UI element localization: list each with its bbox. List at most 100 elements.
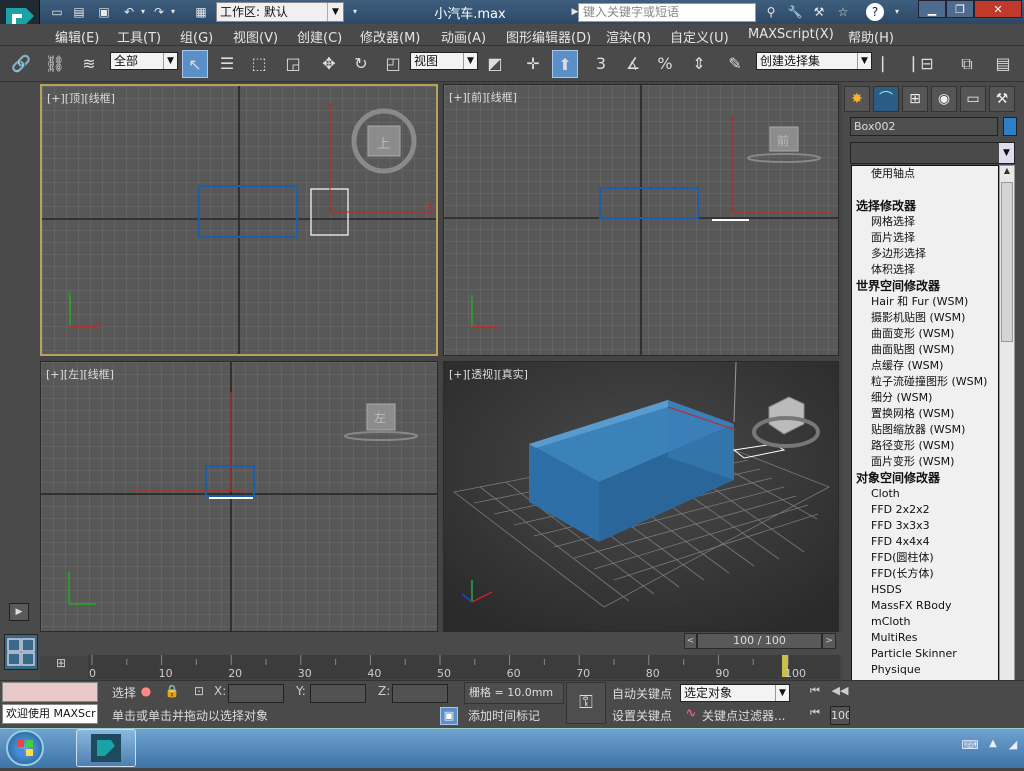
menu-views[interactable]: 视图(V) (233, 27, 278, 46)
modifier-list-item[interactable]: 摄影机贴图 (WSM) (852, 310, 998, 326)
modifier-list-item[interactable]: 曲面贴图 (WSM) (852, 342, 998, 358)
key-mode-dropdown[interactable]: 选定对象 ▼ (680, 684, 790, 702)
new-file-icon[interactable]: ▭ (48, 3, 66, 21)
object-color-swatch[interactable] (1003, 117, 1017, 136)
modifier-list-item[interactable]: mCloth (852, 614, 998, 630)
scroll-thumb[interactable] (1001, 182, 1013, 342)
pivot-center-icon[interactable]: ◩ (482, 50, 508, 78)
align-icon[interactable]: ⊟ (914, 50, 940, 78)
time-slider[interactable]: 100 / 100 (697, 633, 822, 649)
reference-coord-dropdown[interactable]: 视图 ▼ (410, 52, 478, 70)
menu-customize[interactable]: 自定义(U) (670, 27, 729, 46)
redo-dropdown-icon[interactable]: ▾ (164, 3, 182, 21)
menu-maxscript[interactable]: MAXScript(X) (748, 27, 834, 42)
keyboard-shortcut-override-icon[interactable]: ⬆ (552, 50, 578, 78)
named-selection-dropdown[interactable]: 创建选择集 ▼ (756, 52, 872, 70)
bind-space-warp-icon[interactable]: ≋ (76, 50, 102, 78)
menu-create[interactable]: 创建(C) (297, 27, 342, 46)
help-icon[interactable]: ? (866, 3, 884, 21)
menu-graph-editors[interactable]: 图形编辑器(D) (506, 27, 591, 46)
modify-tab-icon[interactable]: ⌒ (873, 86, 899, 112)
maxscript-mini-listener[interactable]: 欢迎使用 MAXScr (2, 704, 98, 724)
menu-help[interactable]: 帮助(H) (848, 27, 894, 46)
viewcube-front-label[interactable]: 前 (777, 133, 789, 148)
create-tab-icon[interactable]: ✸ (844, 86, 870, 112)
window-crossing-icon[interactable]: ◲ (280, 50, 306, 78)
modifier-list-item[interactable]: FFD 2x2x2 (852, 502, 998, 518)
favorites-star-icon[interactable]: ☆ (834, 3, 852, 21)
maxscript-listener-field[interactable] (2, 682, 98, 702)
help-dropdown-icon[interactable]: ▾ (888, 3, 906, 21)
modifier-list-item[interactable]: 多边形选择 (852, 246, 998, 262)
render-setup-icon[interactable]: ▤ (990, 50, 1016, 78)
link-icon[interactable]: 🔗 (8, 50, 34, 78)
modifier-list-item[interactable]: 置换网格 (WSM) (852, 406, 998, 422)
menu-animation[interactable]: 动画(A) (441, 27, 486, 46)
isolate-selection-icon[interactable]: ● (138, 684, 154, 702)
mini-curve-editor-icon[interactable]: ⊞ (50, 656, 72, 676)
viewport-top-label[interactable]: [+][顶][线框] (47, 90, 115, 106)
viewport-perspective-label[interactable]: [+][透视][真实] (449, 366, 528, 382)
select-object-icon[interactable]: ↖ (182, 50, 208, 78)
modifier-list-item[interactable]: 点缓存 (WSM) (852, 358, 998, 374)
object-name-field[interactable]: Box002 (850, 117, 998, 136)
move-icon[interactable]: ✥ (316, 50, 342, 78)
auto-key-button[interactable]: 自动关键点 (610, 684, 676, 704)
modifier-list-item[interactable]: 细分 (WSM) (852, 390, 998, 406)
key-search-icon[interactable]: 🔧 (786, 3, 804, 21)
percent-snap-icon[interactable]: % (652, 50, 678, 78)
y-coord-field[interactable] (310, 684, 366, 703)
viewport-layout-icon[interactable] (4, 634, 38, 670)
next-frame-icon[interactable]: > (822, 633, 836, 649)
viewcube-left-label[interactable]: 左 (374, 410, 386, 425)
modifier-list[interactable]: 使用轴点 选择修改器 网格选择 面片选择 多边形选择 体积选择 世界空间修改器 Hair 和 … (851, 165, 999, 710)
modifier-list-item[interactable]: 面片选择 (852, 230, 998, 246)
track-bar[interactable]: 0 10 20 30 40 50 60 70 80 90 100 (88, 655, 840, 680)
set-key-icon[interactable]: ⚿ (566, 682, 606, 724)
viewcube-top-label[interactable]: 上 (377, 137, 390, 152)
modifier-list-item[interactable]: FFD 4x4x4 (852, 534, 998, 550)
modifier-list-item[interactable]: MassFX RBody (852, 598, 998, 614)
modifier-list-item[interactable]: 贴图缩放器 (WSM) (852, 422, 998, 438)
motion-tab-icon[interactable]: ◉ (931, 86, 957, 112)
modifier-list-item[interactable]: HSDS (852, 582, 998, 598)
modifier-list-item[interactable]: FFD(长方体) (852, 566, 998, 582)
prev-key-icon[interactable]: ◀◀ (830, 684, 850, 702)
key-mode-toggle-icon[interactable]: ⏮ (804, 706, 826, 724)
current-frame-field[interactable]: 100 (830, 706, 850, 725)
time-tag-icon[interactable]: ▣ (440, 707, 458, 725)
open-file-icon[interactable]: ▤ (70, 3, 88, 21)
scroll-up-icon[interactable]: ▲ (1000, 166, 1014, 180)
windows-start-icon[interactable] (6, 730, 44, 766)
menu-group[interactable]: 组(G) (180, 27, 213, 46)
spinner-snap-icon[interactable]: ⇕ (686, 50, 712, 78)
play-expand-icon[interactable]: ▶ (9, 603, 29, 621)
modifier-list-item[interactable]: 粒子流碰撞图形 (WSM) (852, 374, 998, 390)
select-by-name-icon[interactable]: ☰ (214, 50, 240, 78)
x-coord-field[interactable] (228, 684, 284, 703)
menu-tools[interactable]: 工具(T) (117, 27, 161, 46)
absolute-mode-icon[interactable]: ⊡ (190, 684, 208, 702)
viewport-perspective[interactable]: [+][透视][真实] (443, 361, 839, 632)
viewport-top[interactable]: [+][顶][线框] X Y 上 y x (40, 84, 438, 356)
set-key-button[interactable]: 设置关键点 (610, 706, 676, 726)
modifier-list-item[interactable]: 面片变形 (WSM) (852, 454, 998, 470)
key-filters-icon[interactable]: ∿ (682, 706, 700, 724)
hierarchy-tab-icon[interactable]: ⊞ (902, 86, 928, 112)
binoculars-icon[interactable]: ⚲ (762, 3, 780, 21)
workspace-dropdown[interactable]: 工作区: 默认 ▼ (216, 2, 344, 22)
scale-icon[interactable]: ◰ (380, 50, 406, 78)
modifier-list-item[interactable]: 体积选择 (852, 262, 998, 278)
viewport-left[interactable]: [+][左][线框] 左 (40, 361, 438, 632)
viewport-front[interactable]: [+][前][线框] 前 (443, 84, 839, 356)
snaps-toggle-icon[interactable]: 3 (588, 50, 614, 78)
utilities-tab-icon[interactable]: ⚒ (989, 86, 1015, 112)
modifier-list-item[interactable]: 路径变形 (WSM) (852, 438, 998, 454)
modifier-list-item[interactable]: Physique (852, 662, 998, 678)
communication-center-icon[interactable]: ⚒ (810, 3, 828, 21)
viewport-left-label[interactable]: [+][左][线框] (46, 366, 114, 382)
search-input[interactable]: 键入关键字或短语 (578, 3, 756, 22)
taskbar-3dsmax-app[interactable] (76, 729, 136, 767)
modifier-list-item[interactable]: MultiRes (852, 630, 998, 646)
mirror-icon[interactable]: ⎸⎹ (882, 50, 914, 78)
